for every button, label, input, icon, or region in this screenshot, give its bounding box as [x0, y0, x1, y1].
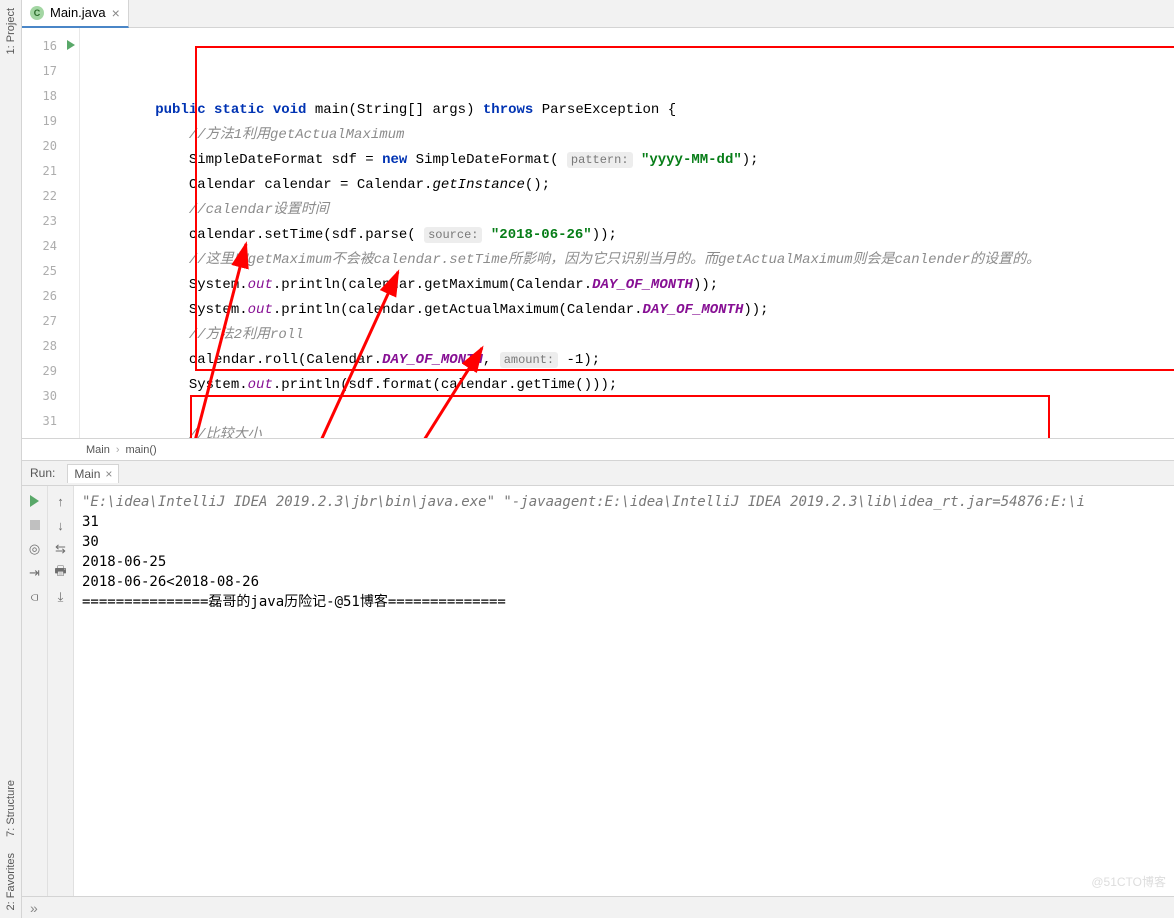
- console-line: 2018-06-26<2018-08-26: [82, 572, 1166, 592]
- java-class-icon: C: [30, 6, 44, 20]
- console-line: 2018-06-25: [82, 552, 1166, 572]
- dump-button[interactable]: ◎: [26, 540, 44, 558]
- run-label: Run:: [30, 466, 55, 480]
- code-line: calendar.roll(Calendar.DAY_OF_MONTH, amo…: [80, 348, 1174, 373]
- console-command: "E:\idea\IntelliJ IDEA 2019.2.3\jbr\bin\…: [82, 492, 1166, 512]
- console-line: ===============磊哥的java历险记-@51博客=========…: [82, 592, 1166, 612]
- print-button[interactable]: 🖶: [52, 564, 70, 582]
- favorites-tool-tab[interactable]: 2: Favorites: [2, 845, 20, 918]
- editor-tab-bar: C Main.java ×: [22, 0, 1174, 28]
- run-toolbar-left: ◎ ⇥ ⫏: [22, 486, 48, 896]
- wrap-button[interactable]: ⇆: [52, 540, 70, 558]
- code-editor[interactable]: public static void main(String[] args) t…: [80, 28, 1174, 438]
- left-tool-rail: 1: Project 7: Structure 2: Favorites: [0, 0, 22, 918]
- file-tab-label: Main.java: [50, 5, 106, 20]
- down-button[interactable]: ↓: [52, 516, 70, 534]
- code-line: SimpleDateFormat sdf = new SimpleDateFor…: [80, 148, 1174, 173]
- run-gutter-icon[interactable]: [67, 40, 75, 50]
- scroll-end-button[interactable]: ⤓: [52, 588, 70, 606]
- code-line: //方法1利用getActualMaximum: [80, 123, 1174, 148]
- code-line: //这里的getMaximum不会被calendar.setTime所影响，因为…: [80, 248, 1174, 273]
- code-line: //比较大小: [80, 423, 1174, 438]
- code-line: calendar.setTime(sdf.parse( source: "201…: [80, 223, 1174, 248]
- code-line: System.out.println(calendar.getActualMax…: [80, 298, 1174, 323]
- stop-button[interactable]: [26, 516, 44, 534]
- code-line: System.out.println(sdf.format(calendar.g…: [80, 373, 1174, 398]
- rerun-button[interactable]: [26, 492, 44, 510]
- structure-tool-tab[interactable]: 7: Structure: [2, 772, 20, 845]
- breadcrumb-class[interactable]: Main: [80, 444, 116, 456]
- console-line: 31: [82, 512, 1166, 532]
- breadcrumb-method[interactable]: main(): [120, 444, 163, 456]
- code-line: Calendar calendar = Calendar.getInstance…: [80, 173, 1174, 198]
- file-tab-main-java[interactable]: C Main.java ×: [22, 0, 129, 28]
- close-icon[interactable]: ×: [112, 5, 120, 21]
- status-bar: »: [22, 896, 1174, 918]
- code-line: //方法2利用roll: [80, 323, 1174, 348]
- close-icon[interactable]: ×: [105, 467, 112, 481]
- up-button[interactable]: ↑: [52, 492, 70, 510]
- code-line: public static void main(String[] args) t…: [80, 98, 1174, 123]
- run-tool-header: Run: Main ×: [22, 460, 1174, 486]
- run-config-tab[interactable]: Main ×: [67, 464, 119, 483]
- console-output[interactable]: "E:\idea\IntelliJ IDEA 2019.2.3\jbr\bin\…: [74, 486, 1174, 896]
- breadcrumb: Main › main(): [22, 438, 1174, 460]
- exit-button[interactable]: ⇥: [26, 564, 44, 582]
- layout-button[interactable]: ⫏: [26, 588, 44, 606]
- run-toolbar-right: ↑ ↓ ⇆ 🖶 ⤓: [48, 486, 74, 896]
- status-hint: »: [30, 900, 38, 916]
- line-gutter: 1617181920212223242526272829303132333435…: [22, 28, 80, 438]
- project-tool-tab[interactable]: 1: Project: [2, 0, 20, 62]
- code-line: [80, 398, 1174, 423]
- code-line: //calendar设置时间: [80, 198, 1174, 223]
- console-line: 30: [82, 532, 1166, 552]
- code-line: System.out.println(calendar.getMaximum(C…: [80, 273, 1174, 298]
